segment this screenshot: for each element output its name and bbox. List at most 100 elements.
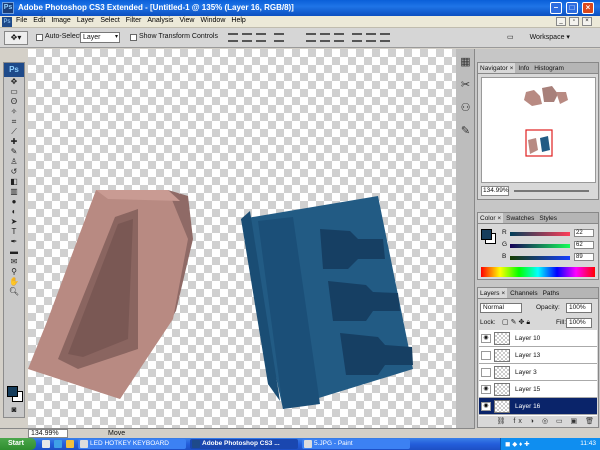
green-slider[interactable] [510,244,570,248]
layer-row[interactable]: ◉ Layer 15 [479,381,597,398]
tab-histogram[interactable]: Histogram [532,63,566,73]
layers-footer-icons[interactable]: ⛓ fx ◑ ◎ ▭ ▣ 🗑︎ [479,417,597,427]
menu-layer[interactable]: Layer [77,17,95,24]
layer-comps-icon[interactable]: ▦ [457,52,474,72]
history-brush-icon[interactable]: ↺ [4,167,24,177]
layer-row-selected[interactable]: ◉ Layer 16 [479,398,597,415]
distribute-middle-icon[interactable] [320,33,330,42]
type-tool-icon[interactable]: T [4,227,24,237]
tab-styles[interactable]: Styles [537,213,559,223]
notes-tool-icon[interactable]: ✉ [4,257,24,267]
align-top-icon[interactable] [228,33,238,42]
brushes-icon[interactable]: ✎ [457,121,474,141]
document-canvas[interactable] [28,49,456,428]
eyedropper-tool-icon[interactable]: ⚲ [4,267,24,277]
brush-tool-icon[interactable]: ✎ [4,147,24,157]
eye-hidden-icon[interactable] [481,368,491,377]
move-tool-preset-icon[interactable]: ✥▾ [4,31,28,45]
dodge-tool-icon[interactable]: ◐ [4,207,24,217]
menu-help[interactable]: Help [231,17,245,24]
color-foreground-swatch[interactable] [481,229,492,240]
red-value-field[interactable]: 22 [574,229,594,237]
hand-tool-icon[interactable]: ✋ [4,277,24,287]
gradient-tool-icon[interactable]: ▥ [4,187,24,197]
menu-image[interactable]: Image [51,17,70,24]
workspace-menu[interactable]: ▭ Workspace ▾ [507,31,597,45]
menu-filter[interactable]: Filter [126,17,142,24]
align-left-icon[interactable] [274,33,284,42]
quicklaunch-desktop-icon[interactable] [42,440,50,448]
slice-tool-icon[interactable]: ⟋ [4,127,24,137]
layer-row[interactable]: Layer 13 [479,347,597,364]
zoom-tool-icon[interactable]: 🔍︎ [4,287,24,297]
distribute-bottom-icon[interactable] [334,33,344,42]
close-button[interactable]: × [582,2,594,14]
task-led-hotkey-keyboard[interactable]: LED HOTKEY KEYBOARD [78,439,186,449]
menu-analysis[interactable]: Analysis [147,17,173,24]
quick-mask-icon[interactable]: ◙ [4,405,24,415]
maximize-button[interactable]: □ [566,2,578,14]
magic-wand-tool-icon[interactable]: ✧ [4,107,24,117]
minimize-button[interactable]: – [550,2,562,14]
menu-view[interactable]: View [179,17,194,24]
quicklaunch-ie-icon[interactable] [54,440,62,448]
distribute-center-icon[interactable] [366,33,376,42]
eye-icon[interactable]: ◉ [481,385,491,394]
auto-select-dropdown[interactable]: Layer ▾ [80,32,120,43]
layer-row[interactable]: Layer 3 [479,364,597,381]
lasso-tool-icon[interactable]: ʘ [4,97,24,107]
lock-icons[interactable]: ▢✎✥🔒︎ [502,318,532,327]
green-value-field[interactable]: 62 [574,241,594,249]
quicklaunch-folder-icon[interactable] [66,440,74,448]
tab-color[interactable]: Color × [478,213,504,223]
menu-file[interactable]: File [16,17,27,24]
zoom-level-field[interactable]: 134.99% [28,429,68,438]
tab-layers[interactable]: Layers × [478,288,508,298]
clone-stamp-icon[interactable]: ♙ [4,157,24,167]
start-button[interactable]: Start [0,438,36,450]
distribute-top-icon[interactable] [306,33,316,42]
fill-field[interactable]: 100% [566,318,592,328]
crop-tool-icon[interactable]: ⌗ [4,117,24,127]
task-photoshop[interactable]: Adobe Photoshop CS3 ... [190,439,298,449]
blur-tool-icon[interactable]: ● [4,197,24,207]
task-paint[interactable]: 5.JPG - Paint [302,439,410,449]
blend-mode-dropdown[interactable]: Normal [480,303,522,313]
tab-navigator[interactable]: Navigator × [478,63,516,73]
navigator-zoom-field[interactable]: 134.99% [481,186,509,196]
navigator-zoom-slider[interactable] [514,190,589,192]
align-middle-icon[interactable] [242,33,252,42]
document-icon[interactable]: Ps [2,17,12,27]
eye-hidden-icon[interactable] [481,351,491,360]
blue-slider[interactable] [510,256,570,260]
align-bottom-icon[interactable] [256,33,266,42]
eye-icon[interactable]: ◉ [481,334,491,343]
red-slider[interactable] [510,232,570,236]
blue-value-field[interactable]: 89 [574,253,594,261]
path-selection-icon[interactable]: ➤ [4,217,24,227]
doc-restore-button[interactable]: ▫ [569,17,579,26]
opacity-field[interactable]: 100% [566,303,592,313]
doc-close-button[interactable]: × [582,17,592,26]
tray-icons[interactable]: ◼ ◆ ♦ ✚ [505,440,530,448]
eye-icon[interactable]: ◉ [481,402,491,411]
tab-paths[interactable]: Paths [541,288,562,298]
navigator-thumbnail[interactable] [481,77,596,183]
menu-window[interactable]: Window [200,17,225,24]
doc-minimize-button[interactable]: _ [556,17,566,26]
healing-brush-icon[interactable]: ✚ [4,137,24,147]
menu-edit[interactable]: Edit [33,17,45,24]
foreground-color-swatch[interactable] [7,386,18,397]
clone-source-icon[interactable]: ⚇ [457,98,474,118]
pen-tool-icon[interactable]: ✒ [4,237,24,247]
tool-presets-icon[interactable]: ✂ [457,75,474,95]
menu-select[interactable]: Select [100,17,119,24]
layer-row[interactable]: ◉ Layer 10 [479,330,597,347]
shape-tool-icon[interactable]: ▬ [4,247,24,257]
marquee-tool-icon[interactable]: ▭ [4,87,24,97]
tab-info[interactable]: Info [516,63,531,73]
tab-channels[interactable]: Channels [508,288,539,298]
show-transform-checkbox[interactable] [130,34,137,41]
move-tool-icon[interactable]: ✥ [4,77,24,87]
distribute-left-icon[interactable] [352,33,362,42]
